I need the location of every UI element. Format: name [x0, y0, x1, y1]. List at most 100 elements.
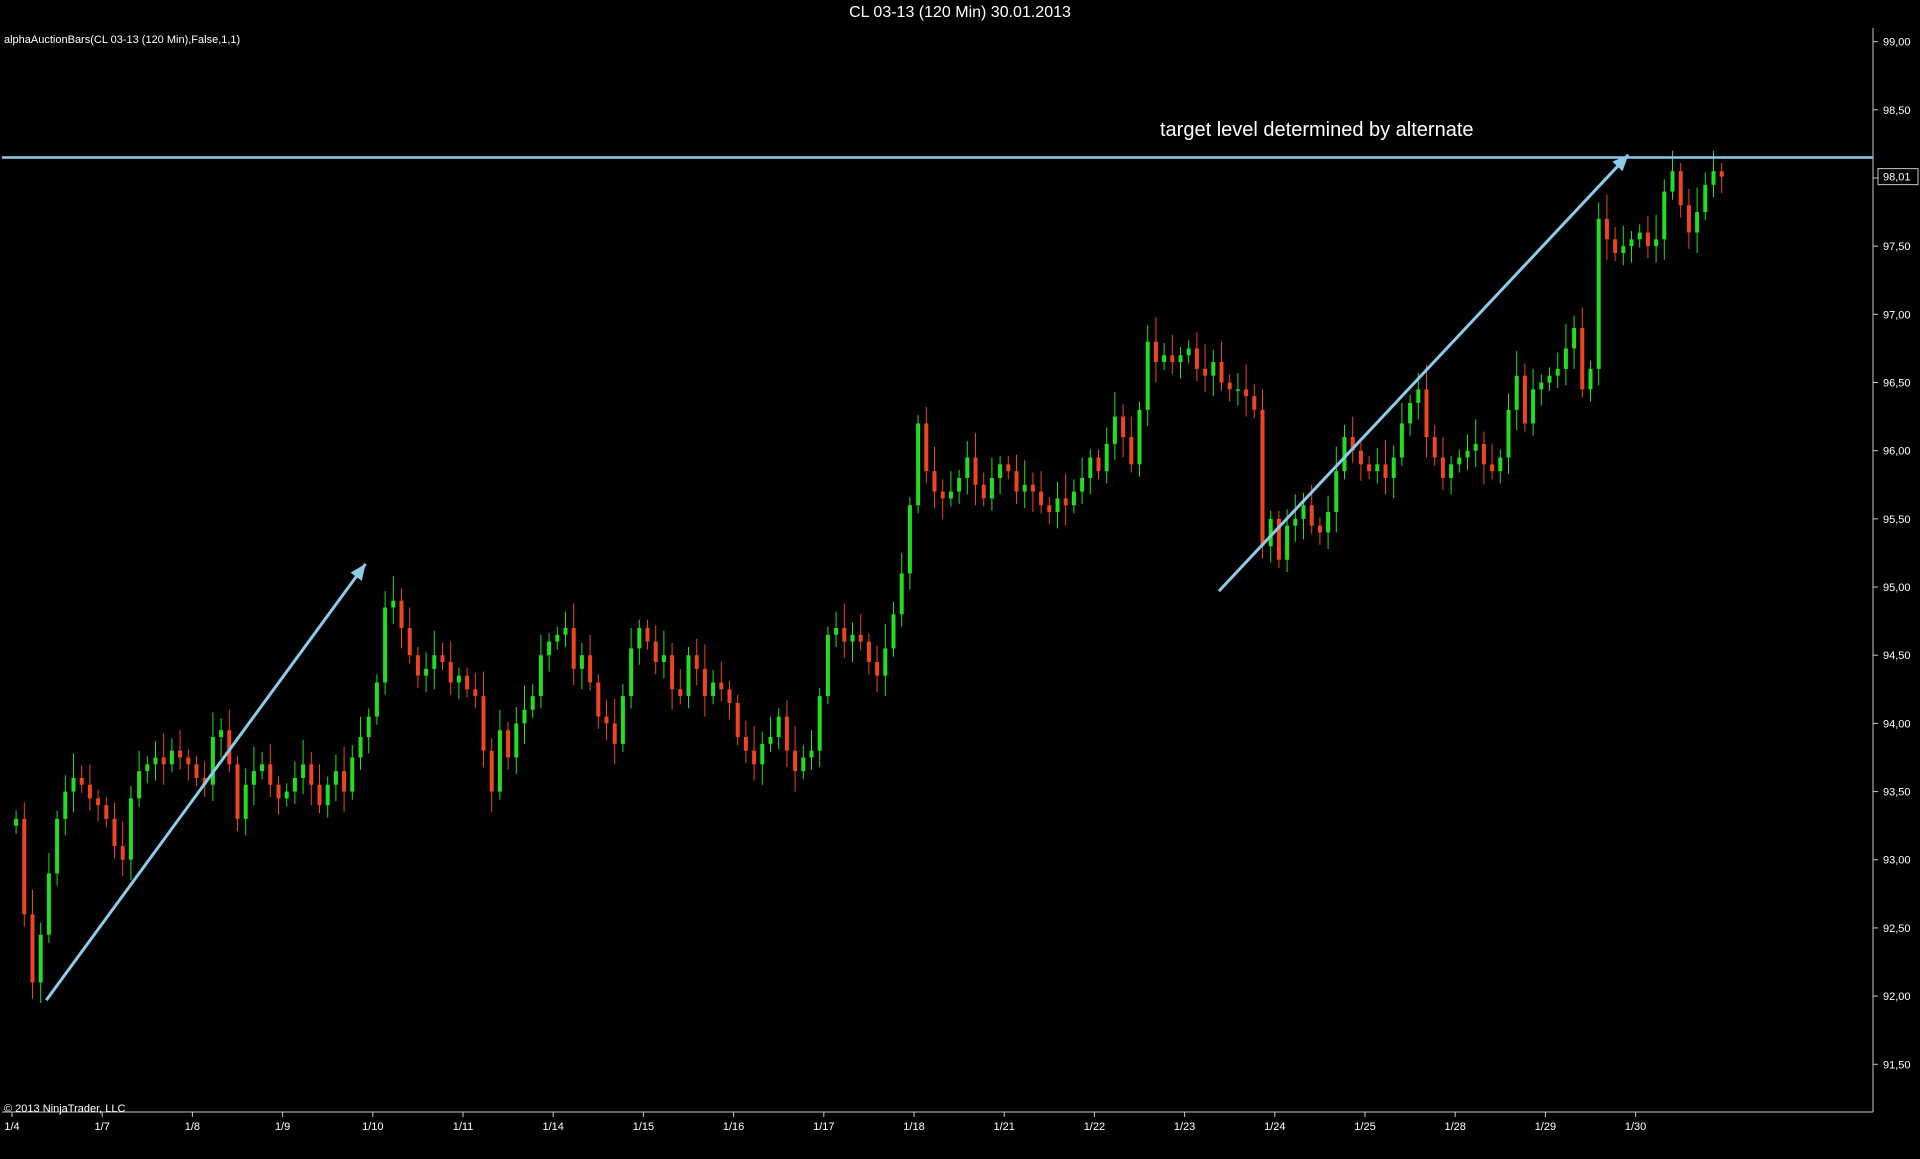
- candle-body: [1375, 464, 1380, 472]
- candle-body: [1096, 457, 1101, 472]
- candle-body: [891, 614, 896, 649]
- candle-body: [1203, 368, 1208, 376]
- candle-body: [440, 655, 445, 663]
- candle-body: [604, 716, 609, 724]
- candle-body: [350, 757, 355, 792]
- y-tick-label: 93,00: [1883, 855, 1911, 867]
- candle-body: [465, 675, 470, 690]
- candle-body: [489, 750, 494, 792]
- x-tick-label: 1/23: [1174, 1121, 1195, 1133]
- candle-body: [1399, 423, 1404, 458]
- candle-body: [292, 777, 297, 792]
- candle-body: [169, 750, 174, 765]
- candle-body: [1227, 382, 1232, 390]
- candle-body: [1244, 389, 1249, 397]
- candle-body: [1285, 525, 1290, 560]
- candle-body: [817, 696, 822, 751]
- candle-body: [1621, 246, 1626, 253]
- candle-body: [1424, 389, 1429, 438]
- candle-body: [1604, 218, 1609, 240]
- y-tick-label: 99,00: [1883, 37, 1911, 49]
- candle-body: [1170, 355, 1175, 363]
- candle-body: [391, 600, 396, 608]
- candle-body: [1563, 348, 1568, 369]
- candle-body: [1006, 464, 1011, 472]
- trend-arrow-line[interactable]: [45, 562, 367, 1002]
- candle-body: [1645, 232, 1650, 247]
- candle-body: [219, 730, 224, 738]
- candle-body: [96, 798, 101, 806]
- candle-body: [694, 655, 699, 669]
- candle-body: [834, 627, 839, 635]
- x-tick-label: 1/11: [453, 1121, 474, 1133]
- candle-body: [1186, 348, 1191, 356]
- candle-body: [793, 750, 798, 772]
- candle-body: [1153, 341, 1158, 363]
- x-tick-label: 1/29: [1535, 1121, 1556, 1133]
- candle-body: [38, 934, 43, 983]
- candle-body: [1121, 416, 1126, 438]
- candle-body: [1293, 518, 1298, 526]
- x-tick-label: 1/30: [1625, 1121, 1646, 1133]
- candle-body: [530, 696, 535, 710]
- candle-body: [1104, 443, 1109, 472]
- candle-body: [571, 627, 576, 669]
- drawing-layer[interactable]: 98,01: [2, 153, 1919, 1002]
- candle-body: [235, 764, 240, 819]
- candle-body: [210, 737, 215, 785]
- y-tick-label: 91,50: [1883, 1059, 1911, 1071]
- candle-body: [1596, 218, 1601, 369]
- candle-body: [809, 750, 814, 758]
- y-tick-label: 92,00: [1883, 991, 1911, 1003]
- candle-body: [776, 716, 781, 738]
- y-tick-label: 95,50: [1883, 514, 1911, 526]
- candle-body: [932, 471, 937, 492]
- y-tick-label: 93,50: [1883, 787, 1911, 799]
- candle-body: [940, 491, 945, 499]
- candle-body: [645, 627, 650, 642]
- candle-body: [333, 771, 338, 785]
- candle-body: [374, 682, 379, 717]
- y-tick-label: 98,50: [1883, 105, 1911, 117]
- candle-body: [727, 689, 732, 703]
- candle-body: [858, 634, 863, 642]
- x-tick-label: 1/28: [1444, 1121, 1465, 1133]
- x-tick-label: 1/18: [903, 1121, 924, 1133]
- candle-body: [1162, 355, 1167, 363]
- candle-body: [1695, 212, 1700, 233]
- candle-body: [719, 682, 724, 690]
- candle-body: [1391, 457, 1396, 478]
- x-tick-label: 1/17: [813, 1121, 834, 1133]
- candle-body: [965, 457, 970, 478]
- candle-body: [563, 627, 568, 635]
- candle-body: [1416, 389, 1421, 403]
- candle-body: [883, 648, 888, 676]
- candle-body: [309, 764, 314, 785]
- candle-body: [260, 764, 265, 772]
- candle-body: [1473, 443, 1478, 451]
- x-tick-label: 1/4: [4, 1121, 19, 1133]
- candle-body: [1301, 505, 1306, 519]
- candle-body: [1178, 355, 1183, 363]
- candle-body: [629, 648, 634, 697]
- trend-arrow-line[interactable]: [1217, 153, 1630, 593]
- candle-body: [555, 634, 560, 642]
- candle-body: [850, 634, 855, 642]
- candle-body: [1522, 375, 1527, 424]
- x-tick-label: 1/9: [275, 1121, 290, 1133]
- candle-body: [801, 757, 806, 772]
- x-tick-label: 1/8: [185, 1121, 200, 1133]
- candle-body: [1711, 171, 1716, 185]
- candle-body: [1637, 232, 1642, 240]
- candle-body: [588, 655, 593, 683]
- candle-body: [1383, 464, 1388, 478]
- candle-body: [678, 689, 683, 697]
- price-chart[interactable]: 91,50 92,00 92,50 93,00 93,50 94,00 94,50 95,00…: [0, 0, 1920, 1159]
- candle-body: [1137, 409, 1142, 465]
- candle-body: [907, 505, 912, 574]
- candle-body: [1317, 525, 1322, 533]
- x-tick-label: 1/15: [633, 1121, 654, 1133]
- candle-body: [1367, 464, 1372, 472]
- candle-body: [342, 771, 347, 792]
- candle-body: [1145, 341, 1150, 410]
